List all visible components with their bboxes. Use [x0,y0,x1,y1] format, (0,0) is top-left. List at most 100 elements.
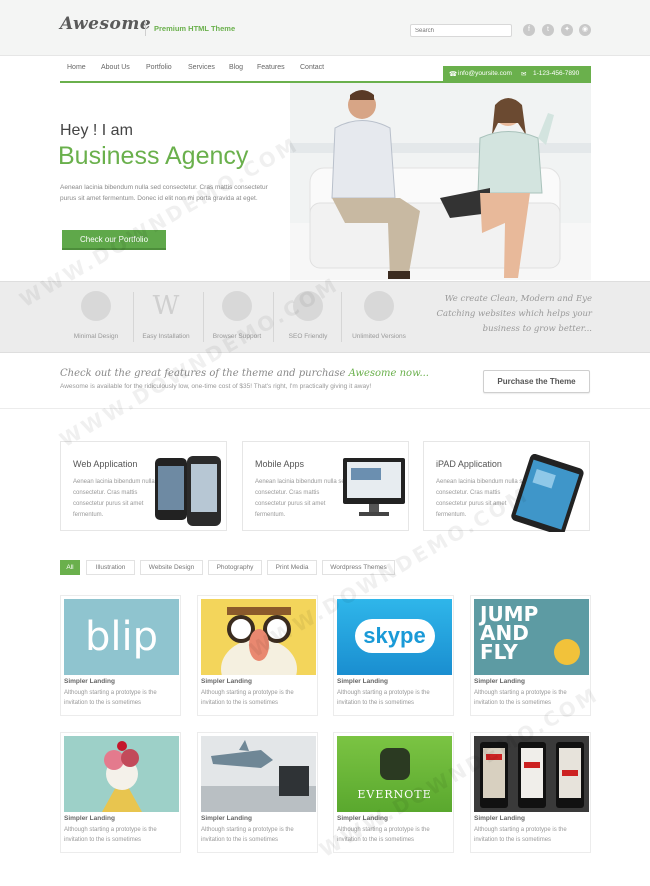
portfolio-thumbnail [201,599,316,675]
leaf-icon [81,291,111,321]
service-title: Mobile Apps [255,459,305,469]
portfolio-item[interactable]: Simpler Landing Although starting a prot… [470,732,591,853]
smartphone-image [155,456,221,526]
portfolio-title: Simpler Landing [201,815,252,822]
portfolio-thumbnail: JUMP AND FLY [474,599,589,675]
portfolio-title: Simpler Landing [201,678,252,685]
filter-all[interactable]: All [60,560,80,575]
hero-title: Business Agency [58,142,249,170]
mobile-screens-image [474,736,589,812]
portfolio-item[interactable]: EVERNOTE Simpler Landing Although starti… [333,732,454,853]
promo-title-accent: Awesome now... [348,368,429,379]
service-text: Aenean lacinia bibendum nulla sed consec… [255,479,349,518]
portfolio-text: Although starting a prototype is the inv… [64,827,157,843]
logo-divider [145,20,146,36]
feature-label: Minimal Design [73,333,119,340]
feature-minimal-design: Minimal Design [61,291,131,340]
shark-room-image [201,736,316,812]
feature-label: Browser Support [212,333,262,340]
portfolio-title: Simpler Landing [337,815,388,822]
nav-item-home[interactable]: Home [67,64,86,71]
rss-icon[interactable]: ◉ [579,24,591,36]
search-input[interactable] [410,24,512,37]
phone-icon: ☎ [449,71,458,78]
portfolio-item[interactable]: skype Simpler Landing Although starting … [333,595,454,716]
wordpress-icon: W [152,291,180,321]
nav-item-blog[interactable]: Blog [229,64,243,71]
features-quote: We create Clean, Modern and Eye Catching… [436,294,593,334]
ice-cream-image [64,736,179,812]
portfolio-thumbnail: skype [337,599,452,675]
cartoon-face-image [201,599,316,675]
site-logo[interactable]: Awesome [60,14,151,34]
elephant-icon [379,748,410,780]
portfolio-title: Simpler Landing [474,678,525,685]
site-tagline: Premium HTML Theme [154,24,236,33]
promo-title: Check out the great features of the them… [60,368,429,379]
portfolio-item[interactable]: Simpler Landing Although starting a prot… [60,732,181,853]
hero-image [290,83,591,280]
filter-print-media[interactable]: Print Media [267,560,317,575]
portfolio-title: Simpler Landing [64,815,115,822]
filter-illustration[interactable]: Illustration [86,560,135,575]
portfolio-text: Although starting a prototype is the inv… [337,690,430,706]
hero-text: Aenean lacinia bibendum nulla sed consec… [60,184,268,202]
portfolio-thumbnail: EVERNOTE [337,736,452,812]
business-people-illustration [290,83,591,280]
globe-icon [222,291,252,321]
filter-wordpress-themes[interactable]: Wordpress Themes [322,560,395,575]
nav-item-services[interactable]: Services [188,64,215,71]
feature-divider [341,292,342,342]
filter-photography[interactable]: Photography [208,560,262,575]
service-card-ipad[interactable]: iPAD Application Aenean lacinia bibendum… [423,441,590,532]
feature-label: SEO Friendly [288,333,328,340]
promo-title-text: Check out the great features of the them… [60,368,349,379]
thumbnail-text: JUMP AND FLY [480,602,539,664]
feature-browser-support: Browser Support [202,291,272,340]
service-card-web[interactable]: Web Application Aenean lacinia bibendum … [60,441,227,531]
nav-item-portfolio[interactable]: Portfolio [146,64,172,71]
hero-greeting: Hey ! I am [60,122,133,139]
portfolio-title: Simpler Landing [474,815,525,822]
balloon-shape [554,639,580,665]
purchase-button[interactable]: Purchase the Theme [483,370,590,393]
portfolio-text: Although starting a prototype is the inv… [474,827,567,843]
thumbnail-text: skype [354,619,435,653]
portfolio-button[interactable]: Check our Portfolio [62,230,166,250]
nav-item-contact[interactable]: Contact [300,64,324,71]
twitter-icon[interactable]: ✦ [561,24,573,36]
service-card-mobile[interactable]: Mobile Apps Aenean lacinia bibendum null… [242,441,409,531]
service-title: iPAD Application [436,459,502,469]
portfolio-text: Although starting a prototype is the inv… [337,827,430,843]
nav-item-about[interactable]: About Us [101,64,130,71]
tablet-image [511,454,584,532]
portfolio-item[interactable]: blip Simpler Landing Although starting a… [60,595,181,716]
feature-easy-installation: W Easy Installation [131,291,201,340]
tumblr-icon[interactable]: t [542,24,554,36]
thumbnail-text: blip [84,614,158,660]
promo-subtitle: Awesome is available for the ridiculousl… [60,383,372,390]
feature-unlimited-versions: Unlimited Versions [344,291,414,340]
portfolio-item[interactable]: JUMP AND FLY Simpler Landing Although st… [470,595,591,716]
portfolio-title: Simpler Landing [337,678,388,685]
monitor-image [343,458,405,516]
thumbnail-text: EVERNOTE [357,788,432,801]
portfolio-text: Although starting a prototype is the inv… [64,690,157,706]
portfolio-thumbnail [64,736,179,812]
nav-item-features[interactable]: Features [257,64,285,71]
filter-website-design[interactable]: Website Design [140,560,203,575]
portfolio-text: Although starting a prototype is the inv… [201,827,294,843]
feature-label: Easy Installation [142,333,190,340]
portfolio-thumbnail [201,736,316,812]
portfolio-text: Although starting a prototype is the inv… [474,690,567,706]
portfolio-item[interactable]: Simpler Landing Although starting a prot… [197,595,318,716]
portfolio-item[interactable]: Simpler Landing Although starting a prot… [197,732,318,853]
section-divider [0,408,650,409]
feature-label: Unlimited Versions [352,333,406,340]
mail-icon: ✉ [521,71,527,78]
facebook-icon[interactable]: f [523,24,535,36]
portfolio-text: Although starting a prototype is the inv… [201,690,294,706]
portfolio-thumbnail [474,736,589,812]
plant-icon [364,291,394,321]
contact-email[interactable]: info@yoursite.com [458,70,512,77]
